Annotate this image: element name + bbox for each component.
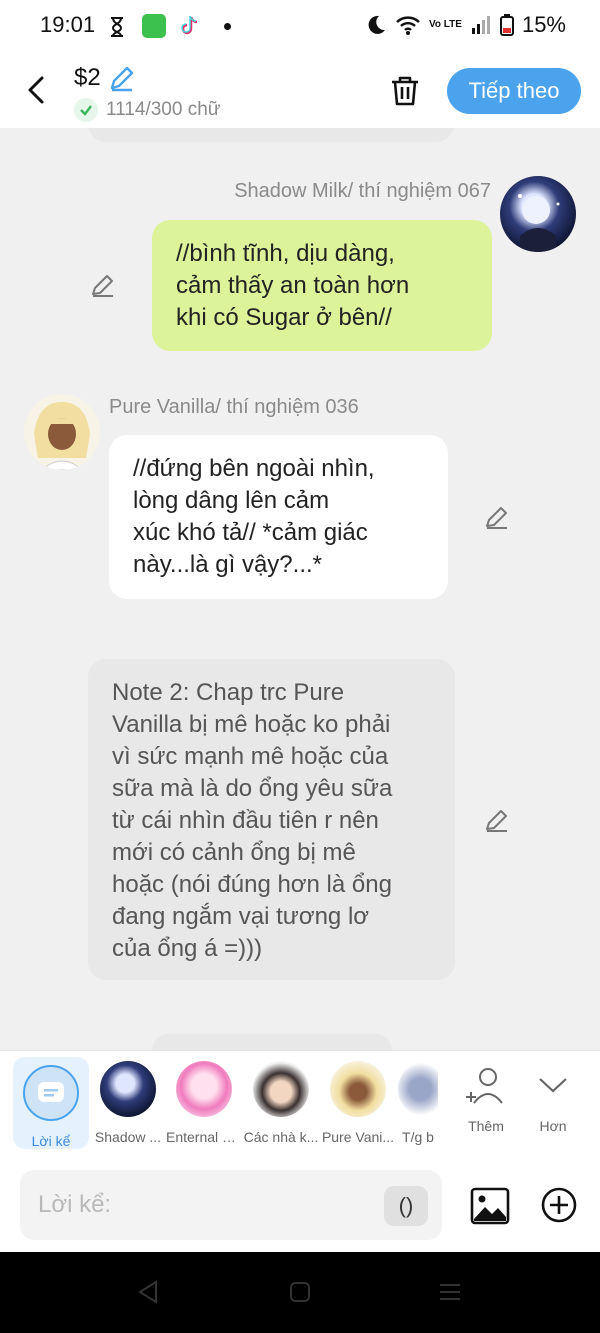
image-icon[interactable] [470, 1186, 510, 1226]
header: $2 1114/300 chữ Tiếp theo [0, 52, 600, 128]
edit-message-icon[interactable] [484, 504, 510, 530]
counter-text: 1114/300 chữ [106, 99, 221, 120]
narrator-icon [23, 1065, 79, 1121]
previous-bubble [88, 128, 454, 142]
character-shadow-milk[interactable]: Shadow ... [90, 1061, 166, 1145]
nav-back-icon[interactable] [136, 1280, 160, 1304]
character-name: Enternal S... [166, 1129, 242, 1145]
message-line: hoặc (nói đúng hơn là ổng [112, 871, 392, 898]
word-counter: 1114/300 chữ [74, 98, 221, 122]
character-pure-vanilla[interactable]: Pure Vani... [320, 1061, 396, 1145]
character-author[interactable]: T/g b [398, 1061, 438, 1145]
sender-name: Shadow Milk/ thí nghiệm 067 [234, 180, 491, 202]
message-line: cảm thấy an toàn hơn [176, 272, 410, 299]
check-icon [74, 98, 98, 122]
more-button[interactable]: Hơn [526, 1065, 580, 1134]
composer: () [0, 1160, 600, 1252]
character-avatar [330, 1061, 386, 1117]
system-nav-bar [0, 1252, 600, 1333]
wifi-icon [396, 16, 420, 35]
message-line: //bình tĩnh, dịu dàng, [176, 240, 395, 267]
narration-input[interactable] [20, 1170, 442, 1240]
chat-area[interactable]: Shadow Milk/ thí nghiệm 067 //bình tĩnh,… [0, 128, 600, 1050]
dot-icon [224, 23, 231, 30]
character-avatar [176, 1061, 232, 1117]
next-bubble-partial [152, 1034, 392, 1050]
nav-recents-icon[interactable] [438, 1280, 462, 1304]
character-enternal[interactable]: Enternal S... [166, 1061, 242, 1145]
parenthesis-button[interactable]: () [384, 1186, 428, 1226]
message-line: xúc khó tả// *cảm giác [133, 519, 368, 546]
status-right: Vo LTE 15% [365, 12, 566, 38]
signal-icon [471, 16, 490, 34]
trash-icon[interactable] [388, 74, 422, 108]
status-time: 19:01 [40, 12, 96, 37]
more-label: Hơn [539, 1118, 567, 1134]
character-name: Các nhà k... [243, 1129, 319, 1145]
character-bar: Lời kể Shadow ... Enternal S... Các nhà … [0, 1050, 600, 1160]
chevron-down-icon [539, 1078, 567, 1093]
edit-title-icon[interactable] [108, 64, 136, 92]
message-line: //đứng bên ngoài nhìn, [133, 455, 375, 482]
message-line: Note 2: Chap trc Pure [112, 679, 345, 706]
message-line: Vanilla bị mê hoặc ko phải [112, 711, 391, 738]
message-line: sữa mà là do ổng yêu sữa [112, 775, 393, 802]
add-character-button[interactable]: Thêm [456, 1065, 516, 1134]
plus-circle-icon[interactable] [540, 1186, 578, 1224]
volte-label: Vo LTE [428, 19, 462, 30]
message-line: mới có cảnh ổng bị mê [112, 839, 356, 866]
character-avatar [100, 1061, 156, 1117]
battery-icon [499, 14, 514, 36]
message-line: vì sức mạnh mê hoặc của [112, 743, 389, 770]
avatar-shadow-milk[interactable] [500, 176, 576, 252]
sender-name: Pure Vanilla/ thí nghiệm 036 [109, 396, 359, 418]
message-line: khi có Sugar ở bên// [176, 304, 392, 331]
narration-bubble[interactable]: Note 2: Chap trc Pure Vanilla bị mê hoặc… [88, 659, 455, 980]
moon-icon [368, 15, 385, 34]
app-notification-icon [142, 14, 166, 38]
nav-home-icon[interactable] [288, 1280, 312, 1304]
character-name: Shadow ... [94, 1129, 162, 1145]
message-line: đang ngắm vại tương lơ [112, 903, 370, 930]
add-person-icon [466, 1068, 503, 1104]
character-narrator[interactable]: Lời kể [13, 1057, 89, 1149]
message-line: lòng dâng lên cảm [133, 487, 330, 514]
message-line: của ổng á =))) [112, 935, 263, 962]
avatar-pure-vanilla[interactable] [24, 394, 100, 470]
character-avatar [398, 1061, 438, 1117]
message-line: này...là gì vậy?...* [133, 551, 322, 578]
character-name: Lời kể [31, 1133, 71, 1149]
next-button[interactable]: Tiếp theo [447, 68, 581, 114]
battery-percent: 15% [521, 12, 566, 37]
page-title: $2 [74, 64, 101, 91]
back-arrow-icon[interactable] [22, 72, 52, 108]
status-bar: 19:01 Vo LTE 15% [0, 0, 600, 52]
message-line: từ cái nhìn đầu tiên r nên [112, 807, 379, 834]
add-label: Thêm [468, 1118, 504, 1134]
message-bubble[interactable]: //bình tĩnh, dịu dàng, cảm thấy an toàn … [152, 220, 492, 351]
hourglass-icon [111, 17, 123, 37]
character-avatar [253, 1061, 309, 1117]
message-bubble[interactable]: //đứng bên ngoài nhìn, lòng dâng lên cảm… [109, 435, 448, 599]
edit-message-icon[interactable] [90, 272, 116, 298]
character-scientists[interactable]: Các nhà k... [243, 1061, 319, 1145]
character-name: T/g b [402, 1129, 434, 1145]
edit-message-icon[interactable] [484, 807, 510, 833]
character-name: Pure Vani... [321, 1129, 395, 1145]
tiktok-icon [181, 15, 198, 35]
